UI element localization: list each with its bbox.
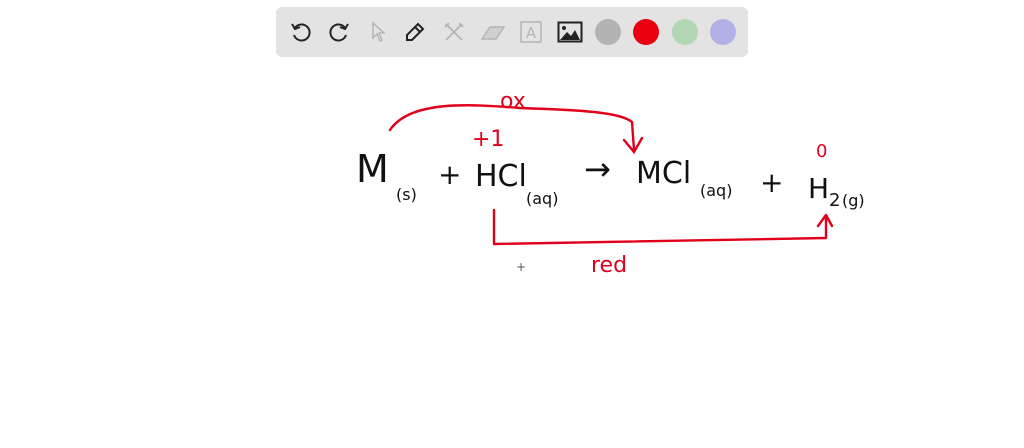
h-oxidation-state: +1 [472, 127, 504, 152]
reaction-arrow: → [584, 150, 611, 188]
reactant-hcl-state: (aq) [526, 189, 558, 208]
reactant-hcl: HCl [475, 159, 527, 194]
reactant-m: M [356, 147, 389, 191]
reduction-label: red [591, 253, 627, 278]
oxidation-label: ox [500, 89, 526, 114]
crosshair-cursor: + [516, 260, 527, 274]
product-mcl-state: (aq) [700, 181, 732, 200]
product-h: H [808, 172, 829, 205]
product-h-state: (g) [842, 191, 865, 210]
reduction-arrow [492, 208, 834, 246]
product-mcl: MCl [636, 156, 691, 191]
h2-oxidation-state: 0 [816, 141, 827, 162]
plus-sign-1: + [438, 158, 461, 191]
whiteboard-canvas[interactable]: M (s) + HCl (aq) → MCl (aq) + H 2 (g) ox… [0, 0, 1024, 448]
plus-sign-2: + [760, 166, 783, 199]
reactant-m-state: (s) [396, 185, 417, 204]
product-h-subscript: 2 [829, 190, 840, 211]
